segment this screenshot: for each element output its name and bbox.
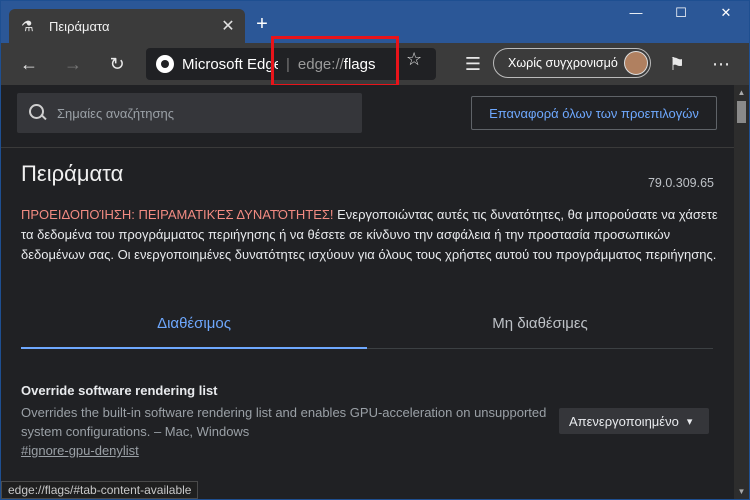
flask-icon: ⚗: [21, 18, 34, 34]
avatar: [624, 51, 648, 75]
flag-tabs: Διαθέσιμος Μη διαθέσιμες: [21, 307, 713, 349]
page-title: Πειράματα: [21, 161, 124, 186]
more-options-icon[interactable]: ⋯: [707, 51, 735, 77]
edge-logo-icon: [156, 55, 174, 73]
tab-available[interactable]: Διαθέσιμος: [21, 307, 367, 349]
search-box[interactable]: [17, 93, 362, 133]
scroll-thumb[interactable]: [737, 101, 746, 123]
profile-sync-button[interactable]: Χωρίς συγχρονισμό: [493, 48, 651, 78]
feedback-icon[interactable]: ⚑: [663, 51, 691, 77]
url-highlight-box: [271, 36, 399, 87]
scroll-up-icon[interactable]: ▲: [736, 88, 747, 97]
window-close-icon[interactable]: ✕: [711, 5, 741, 25]
flags-page: Επαναφορά όλων των προεπιλογών Πειράματα…: [1, 85, 734, 499]
sync-label: Χωρίς συγχρονισμό: [508, 56, 618, 70]
chevron-down-icon: ▾: [686, 415, 693, 428]
scroll-down-icon[interactable]: ▼: [736, 487, 747, 496]
page-scrollbar[interactable]: ▲ ▼: [734, 85, 749, 499]
refresh-icon[interactable]: ↻: [103, 51, 131, 77]
favorites-list-icon[interactable]: ☰: [459, 51, 487, 77]
site-identity: Microsoft Edge: [182, 55, 278, 73]
version-label: 79.0.309.65: [647, 176, 714, 190]
reset-all-button[interactable]: Επαναφορά όλων των προεπιλογών: [471, 96, 717, 130]
flag-state-value: Απενεργοποιημένο: [569, 413, 679, 429]
forward-arrow-icon[interactable]: →: [59, 51, 87, 77]
tab-title: Πειράματα: [49, 18, 110, 34]
warning-text: ΠΡΟΕΙΔΟΠΟΊΗΣΗ: ΠΕΙΡΑΜΑΤΙΚΈΣ ΔΥΝΑΤΌΤΗΤΕΣ!…: [21, 205, 721, 265]
minimize-icon[interactable]: —: [621, 5, 651, 25]
search-icon: [29, 104, 47, 122]
warning-label: ΠΡΟΕΙΔΟΠΟΊΗΣΗ: ΠΕΙΡΑΜΑΤΙΚΈΣ ΔΥΝΑΤΌΤΗΤΕΣ!: [21, 207, 334, 222]
search-input[interactable]: [57, 105, 347, 121]
back-arrow-icon[interactable]: ←: [15, 51, 43, 77]
flag-state-select[interactable]: Απενεργοποιημένο ▾: [559, 408, 709, 434]
browser-window: ⚗ Πειράματα ✕ + — ☐ ✕ ← → ↻ Microsoft Ed…: [0, 0, 750, 500]
close-icon[interactable]: ✕: [217, 16, 239, 36]
star-icon[interactable]: ☆: [406, 49, 422, 70]
flag-title: Override software rendering list: [21, 383, 218, 398]
header-divider: [1, 147, 734, 148]
tab-unavailable[interactable]: Μη διαθέσιμες: [367, 307, 713, 349]
maximize-icon[interactable]: ☐: [666, 5, 696, 25]
new-tab-button[interactable]: +: [251, 13, 273, 36]
flag-link[interactable]: #ignore-gpu-denylist: [21, 443, 139, 458]
status-bar: edge://flags/#tab-content-available: [1, 481, 199, 499]
tab-flags[interactable]: ⚗ Πειράματα ✕: [9, 9, 245, 43]
flag-description: Overrides the built-in software renderin…: [21, 405, 547, 439]
